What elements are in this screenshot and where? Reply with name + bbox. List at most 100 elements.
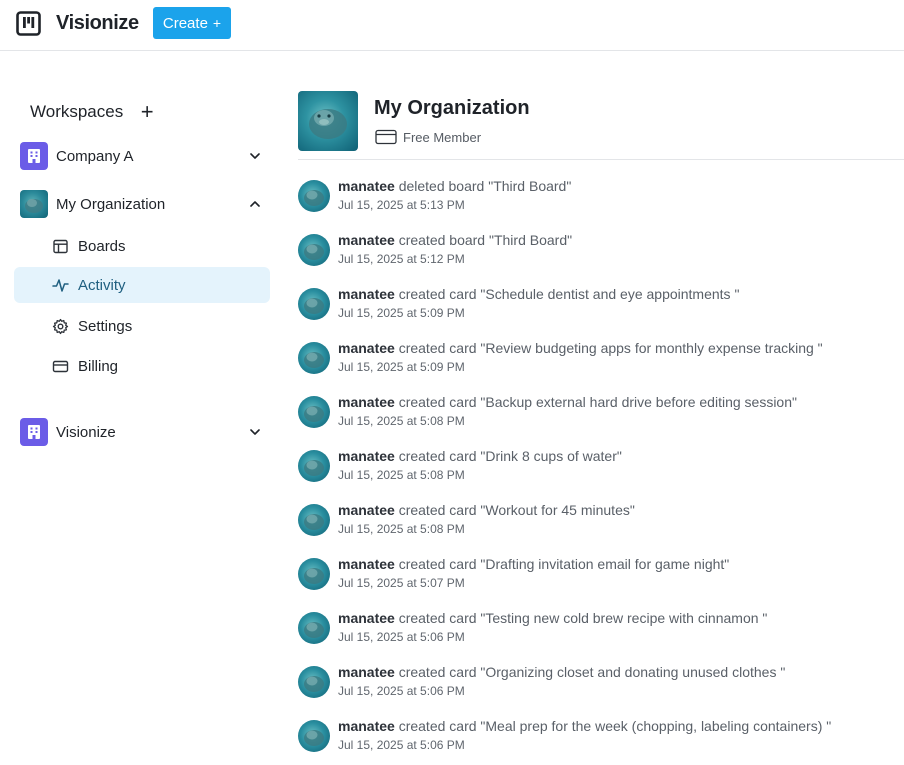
workspaces-title: Workspaces (30, 102, 124, 121)
activity-item: manatee created card "Backup external ha… (298, 394, 904, 434)
activity-timestamp: Jul 15, 2025 at 5:06 PM (338, 630, 465, 644)
credit-card-icon (52, 360, 69, 372)
activity-user: manatee (338, 394, 395, 410)
activity-item: manatee created board "Third Board" Jul 1… (298, 232, 904, 272)
activity-user: manatee (338, 448, 395, 464)
activity-item: manatee deleted board "Third Board" Jul 1… (298, 178, 904, 218)
workspace-visionize[interactable]: Visionize (14, 415, 270, 449)
activity-action: created card "Drink 8 cups of water" (394, 448, 622, 464)
user-avatar[interactable] (298, 612, 330, 644)
sidebar-item-label: Activity (78, 276, 126, 294)
create-button[interactable]: Create + (153, 7, 231, 39)
activity-action: deleted board "Third Board" (394, 178, 572, 194)
sidebar-item-billing[interactable]: Billing (14, 348, 270, 384)
activity-user: manatee (338, 286, 395, 302)
user-avatar[interactable] (298, 450, 330, 482)
plan-label: Free Member (403, 129, 482, 145)
activity-user: manatee (338, 178, 395, 194)
activity-icon (52, 278, 69, 292)
activity-text: manatee created card "Meal prep for the … (338, 718, 831, 735)
board-icon (53, 239, 68, 253)
activity-action: created card "Meal prep for the week (ch… (394, 718, 832, 734)
activity-item: manatee created card "Drafting invitatio… (298, 556, 904, 596)
activity-user: manatee (338, 718, 395, 734)
workspace-label: Visionize (56, 423, 116, 441)
activity-action: created card "Review budgeting apps for … (394, 340, 823, 356)
user-avatar[interactable] (298, 342, 330, 374)
activity-user: manatee (338, 556, 395, 572)
user-avatar[interactable] (298, 234, 330, 266)
activity-item: manatee created card "Review budgeting a… (298, 340, 904, 380)
activity-timestamp: Jul 15, 2025 at 5:06 PM (338, 738, 465, 752)
user-avatar[interactable] (298, 720, 330, 752)
workspace-label: Company A (56, 147, 134, 165)
activity-user: manatee (338, 502, 395, 518)
activity-timestamp: Jul 15, 2025 at 5:07 PM (338, 576, 465, 590)
plus-icon: + (212, 15, 222, 31)
activity-text: manatee created card "Testing new cold b… (338, 610, 767, 627)
activity-action: created card "Drafting invitation email … (394, 556, 730, 572)
divider (298, 159, 904, 160)
sidebar-item-boards[interactable]: Boards (14, 228, 270, 264)
create-button-label: Create (162, 14, 208, 32)
sidebar-item-settings[interactable]: Settings (14, 308, 270, 344)
activity-timestamp: Jul 15, 2025 at 5:12 PM (338, 252, 465, 266)
activity-item: manatee created card "Testing new cold b… (298, 610, 904, 650)
sidebar-item-label: Settings (78, 317, 133, 335)
workspace-company-a[interactable]: Company A (14, 139, 270, 173)
user-avatar[interactable] (298, 396, 330, 428)
activity-action: created card "Schedule dentist and eye a… (394, 286, 740, 302)
activity-item: manatee created card "Organizing closet … (298, 664, 904, 704)
manatee-avatar (20, 190, 48, 218)
chevron-up-icon[interactable] (248, 197, 262, 211)
activity-timestamp: Jul 15, 2025 at 5:08 PM (338, 522, 465, 536)
activity-item: manatee created card "Workout for 45 min… (298, 502, 904, 542)
sidebar-item-activity[interactable]: Activity (14, 267, 270, 303)
brand-name[interactable]: Visionize (56, 11, 139, 35)
activity-timestamp: Jul 15, 2025 at 5:06 PM (338, 684, 465, 698)
workspace-my-organization[interactable]: My Organization (14, 187, 270, 221)
activity-text: manatee created card "Review budgeting a… (338, 340, 823, 357)
activity-user: manatee (338, 610, 395, 626)
top-bar: Visionize Create + (0, 0, 904, 51)
activity-text: manatee created card "Drink 8 cups of wa… (338, 448, 622, 465)
activity-user: manatee (338, 664, 395, 680)
activity-item: manatee created card "Schedule dentist a… (298, 286, 904, 326)
chevron-down-icon[interactable] (248, 425, 262, 439)
building-icon (20, 418, 48, 446)
activity-item: manatee created card "Drink 8 cups of wa… (298, 448, 904, 488)
main-content: My Organization Free Member manatee dele… (298, 52, 904, 765)
activity-text: manatee created card "Drafting invitatio… (338, 556, 729, 573)
activity-timestamp: Jul 15, 2025 at 5:09 PM (338, 360, 465, 374)
workspace-label: My Organization (56, 195, 166, 213)
gear-icon (52, 318, 69, 334)
add-workspace-icon[interactable]: + (139, 101, 155, 123)
activity-action: created card "Organizing closet and dona… (394, 664, 786, 680)
sidebar-item-label: Boards (78, 237, 126, 255)
activity-text: manatee created card "Backup external ha… (338, 394, 797, 411)
activity-timestamp: Jul 15, 2025 at 5:08 PM (338, 468, 465, 482)
chevron-down-icon[interactable] (248, 149, 262, 163)
user-avatar[interactable] (298, 288, 330, 320)
activity-text: manatee deleted board "Third Board" (338, 178, 571, 195)
logo-icon[interactable] (16, 11, 41, 36)
activity-text: manatee created board "Third Board" (338, 232, 572, 249)
credit-card-icon (375, 129, 397, 145)
user-avatar[interactable] (298, 666, 330, 698)
page-title: My Organization (374, 97, 530, 119)
plan-badge: Free Member (375, 129, 481, 145)
user-avatar[interactable] (298, 180, 330, 212)
sidebar-item-label: Billing (78, 357, 119, 375)
user-avatar[interactable] (298, 558, 330, 590)
activity-text: manatee created card "Workout for 45 min… (338, 502, 635, 519)
activity-item: manatee created card "Meal prep for the … (298, 718, 904, 758)
activity-action: created card "Backup external hard drive… (394, 394, 797, 410)
building-icon (20, 142, 48, 170)
activity-user: manatee (338, 340, 395, 356)
workspaces-header: Workspaces + (30, 101, 155, 123)
organization-avatar (298, 91, 358, 151)
activity-timestamp: Jul 15, 2025 at 5:13 PM (338, 198, 465, 212)
user-avatar[interactable] (298, 504, 330, 536)
activity-action: created card "Workout for 45 minutes" (394, 502, 635, 518)
activity-timestamp: Jul 15, 2025 at 5:08 PM (338, 414, 465, 428)
